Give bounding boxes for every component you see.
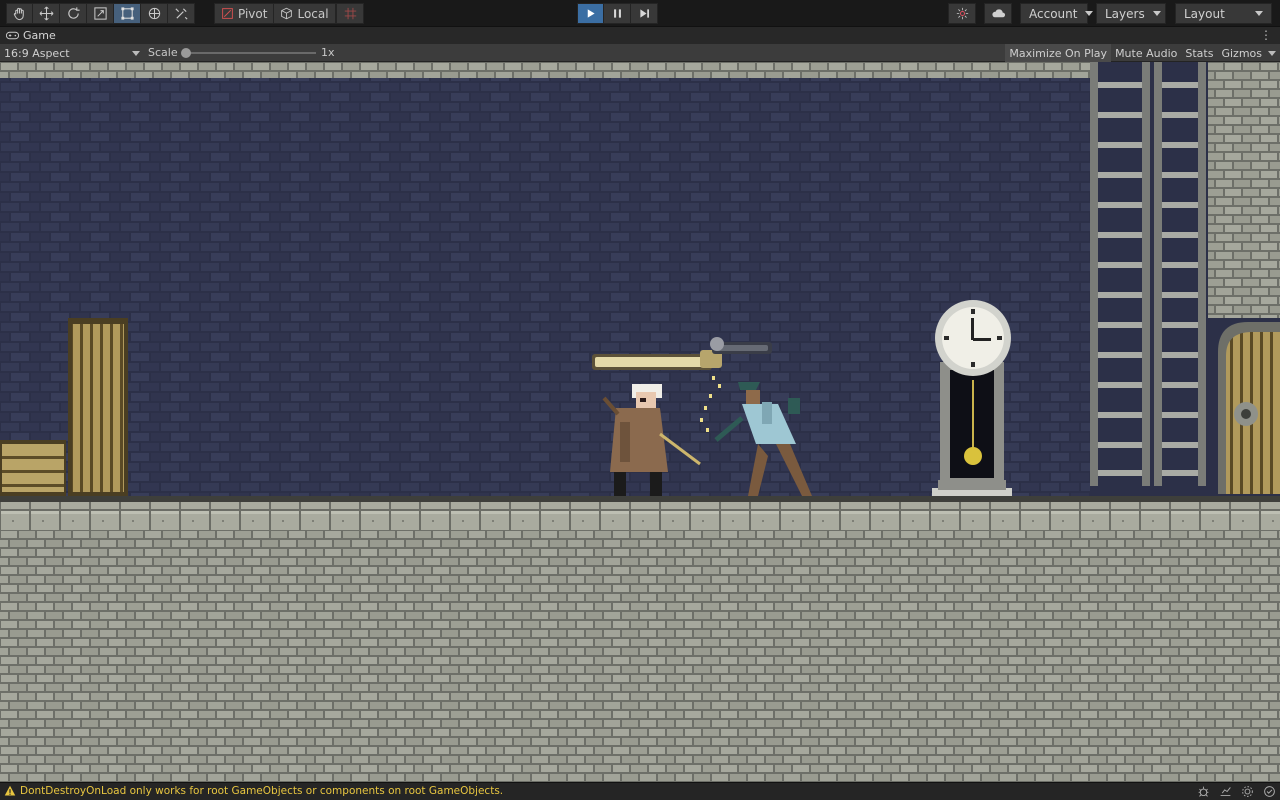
sparkle-icon bbox=[956, 7, 968, 20]
gizmos-toggle[interactable]: Gizmos bbox=[1217, 44, 1280, 62]
rotate-tool-button[interactable] bbox=[60, 3, 87, 24]
play-button[interactable] bbox=[577, 3, 604, 24]
step-button[interactable] bbox=[631, 3, 658, 24]
layers-label: Layers bbox=[1105, 6, 1145, 21]
chevron-down-icon bbox=[132, 50, 140, 56]
check-icon[interactable] bbox=[1262, 784, 1276, 798]
gamepad-icon bbox=[6, 31, 19, 40]
game-view-toggles: Maximize On Play Mute Audio Stats Gizmos bbox=[1005, 44, 1280, 62]
player-health-fill bbox=[595, 357, 709, 367]
aspect-dropdown[interactable]: 16:9 Aspect bbox=[4, 44, 142, 62]
pivot-toggle[interactable]: Pivot bbox=[214, 3, 275, 24]
scale-slider-handle[interactable] bbox=[181, 48, 191, 58]
status-icons bbox=[1196, 784, 1276, 798]
playmode-group bbox=[577, 3, 658, 24]
console-status-bar[interactable]: DontDestroyOnLoad only works for root Ga… bbox=[0, 782, 1280, 800]
rotate-icon bbox=[67, 7, 80, 19]
mute-label: Mute Audio bbox=[1115, 46, 1178, 60]
step-icon bbox=[639, 9, 649, 18]
dark-brick-wall bbox=[0, 62, 1090, 502]
rect-icon bbox=[120, 7, 134, 20]
tall-wooden-door bbox=[68, 318, 128, 496]
chevron-down-icon bbox=[1268, 50, 1276, 56]
game-tab-bar: Game ⋮ bbox=[0, 27, 1280, 44]
layers-dropdown[interactable]: Layers bbox=[1096, 3, 1166, 24]
grid-snap-button[interactable] bbox=[336, 3, 364, 24]
aspect-label: 16:9 Aspect bbox=[4, 46, 70, 60]
layout-dropdown[interactable]: Layout bbox=[1175, 3, 1272, 24]
layout-label: Layout bbox=[1184, 6, 1225, 21]
move-icon bbox=[39, 6, 53, 21]
stats-toggle[interactable]: Stats bbox=[1181, 44, 1217, 62]
chevron-down-icon bbox=[1152, 11, 1161, 16]
maximize-label: Maximize On Play bbox=[1009, 46, 1108, 60]
game-viewport[interactable] bbox=[0, 62, 1280, 782]
scale-icon bbox=[93, 7, 107, 20]
main-toolbar: Pivot Local Account Layers Layout bbox=[0, 0, 1280, 27]
scale-label: Scale bbox=[148, 46, 178, 59]
game-scene bbox=[0, 62, 1280, 782]
crate bbox=[0, 440, 66, 496]
game-view-controls: 16:9 Aspect Scale 1x Maximize On Play Mu… bbox=[0, 44, 1280, 62]
pivot-icon bbox=[222, 8, 233, 19]
local-label: Local bbox=[297, 6, 329, 21]
ceiling-trim bbox=[0, 62, 1090, 78]
more-options-icon[interactable]: ⋮ bbox=[1260, 28, 1272, 42]
floor-top-row bbox=[0, 502, 1280, 530]
right-door bbox=[1218, 322, 1280, 494]
pivot-label: Pivot bbox=[238, 6, 268, 21]
transform-tool-button[interactable] bbox=[141, 3, 168, 24]
custom-tools-icon bbox=[174, 8, 188, 20]
cloud-icon bbox=[991, 9, 1005, 18]
pause-button[interactable] bbox=[604, 3, 631, 24]
maximize-on-play-toggle[interactable]: Maximize On Play bbox=[1005, 44, 1112, 62]
transform-icon bbox=[148, 7, 160, 20]
tab-game[interactable]: Game bbox=[0, 27, 62, 44]
chevron-down-icon bbox=[1255, 11, 1263, 16]
scale-tool-button[interactable] bbox=[87, 3, 114, 24]
grid-icon bbox=[344, 7, 356, 20]
local-cube-icon bbox=[281, 7, 293, 20]
account-label: Account bbox=[1029, 6, 1078, 21]
local-toggle[interactable]: Local bbox=[274, 3, 336, 24]
stone-floor bbox=[0, 530, 1280, 782]
pause-icon bbox=[613, 9, 621, 18]
hand-icon bbox=[13, 7, 24, 21]
hand-tool-button[interactable] bbox=[6, 3, 33, 24]
stats-label: Stats bbox=[1185, 46, 1214, 60]
progress-icon[interactable] bbox=[1218, 784, 1232, 798]
tab-game-label: Game bbox=[23, 29, 56, 42]
grandfather-clock bbox=[932, 300, 1012, 498]
cloud-button[interactable] bbox=[984, 3, 1012, 24]
scale-slider-track[interactable] bbox=[186, 52, 316, 54]
pivot-group: Pivot Local bbox=[214, 3, 336, 24]
transform-tools-group bbox=[6, 3, 195, 24]
mute-audio-toggle[interactable]: Mute Audio bbox=[1111, 44, 1181, 62]
status-message-text: DontDestroyOnLoad only works for root Ga… bbox=[20, 785, 504, 797]
collab-button[interactable] bbox=[948, 3, 976, 24]
status-message[interactable]: DontDestroyOnLoad only works for root Ga… bbox=[4, 785, 503, 797]
settings-icon[interactable] bbox=[1240, 784, 1254, 798]
rect-tool-button[interactable] bbox=[114, 3, 141, 24]
warning-icon bbox=[4, 785, 16, 796]
chevron-down-icon bbox=[1085, 11, 1094, 16]
account-dropdown[interactable]: Account bbox=[1020, 3, 1094, 24]
play-icon bbox=[587, 9, 595, 18]
custom-tool-button[interactable] bbox=[168, 3, 195, 24]
debug-icon[interactable] bbox=[1196, 784, 1210, 798]
gizmos-label: Gizmos bbox=[1221, 46, 1262, 60]
stone-pillar bbox=[1208, 62, 1280, 318]
scale-value: 1x bbox=[321, 46, 335, 59]
move-tool-button[interactable] bbox=[33, 3, 60, 24]
